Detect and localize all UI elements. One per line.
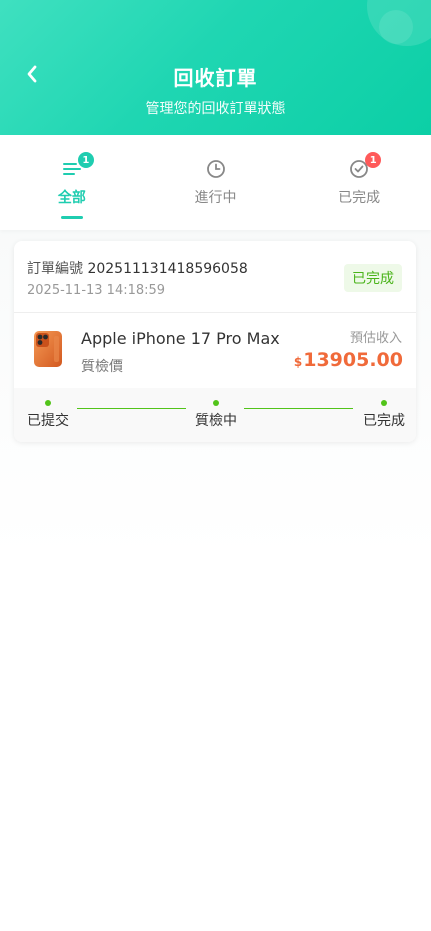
status-badge: 已完成: [344, 264, 402, 292]
step-label: 質檢中: [195, 413, 237, 429]
estimate-label: 預估收入: [349, 331, 402, 346]
product-image: [34, 331, 62, 367]
currency-symbol: $: [293, 355, 303, 369]
header: 回收訂單 管理您的回收訂單狀態: [0, 0, 431, 135]
order-number-label: 訂單編號: [27, 261, 83, 277]
step-dot: [381, 400, 387, 406]
clock-icon: [204, 158, 228, 180]
step-completed: 已完成: [363, 400, 405, 430]
order-card[interactable]: 訂單編號 202511131418596058 2025-11-13 14:18…: [14, 241, 416, 442]
tab-label: 已完成: [338, 190, 381, 206]
progress-line: [244, 408, 353, 409]
tab-all[interactable]: 1 全部: [0, 135, 144, 230]
step-submitted: 已提交: [27, 400, 69, 430]
tab-label: 全部: [57, 190, 86, 206]
step-inspecting: 質檢中: [195, 400, 237, 430]
progress-tracker: 已提交 質檢中 已完成: [14, 388, 416, 442]
order-time: 2025-11-13 14:18:59: [27, 283, 166, 298]
active-tab-indicator: [60, 216, 83, 219]
check-circle-icon: 1: [347, 152, 382, 180]
step-dot: [45, 400, 51, 406]
tab-completed[interactable]: 1 已完成: [287, 135, 431, 230]
step-label: 已提交: [27, 413, 69, 429]
product-name: Apple iPhone 17 Pro Max: [81, 329, 280, 348]
decorative-bubble: [379, 10, 413, 44]
progress-line: [77, 408, 186, 409]
list-icon: 1: [60, 152, 94, 180]
tab-badge: 1: [365, 152, 382, 168]
tab-bar: 1 全部 進行中 1 已完成: [0, 135, 431, 230]
tab-in-progress[interactable]: 進行中: [144, 135, 288, 230]
page-subtitle: 管理您的回收訂單狀態: [145, 101, 286, 117]
page-title: 回收訂單: [173, 66, 258, 90]
tab-label: 進行中: [194, 190, 237, 206]
price-type: 質檢價: [81, 359, 123, 375]
order-number-value: 202511131418596058: [87, 261, 248, 277]
step-dot: [213, 400, 219, 406]
order-number: 訂單編號 202511131418596058: [27, 258, 248, 278]
estimate-price: $13905.00: [294, 349, 403, 371]
tab-badge: 1: [77, 152, 94, 168]
divider: [14, 312, 416, 313]
step-label: 已完成: [363, 413, 405, 429]
estimate-amount: 13905.00: [303, 349, 403, 371]
